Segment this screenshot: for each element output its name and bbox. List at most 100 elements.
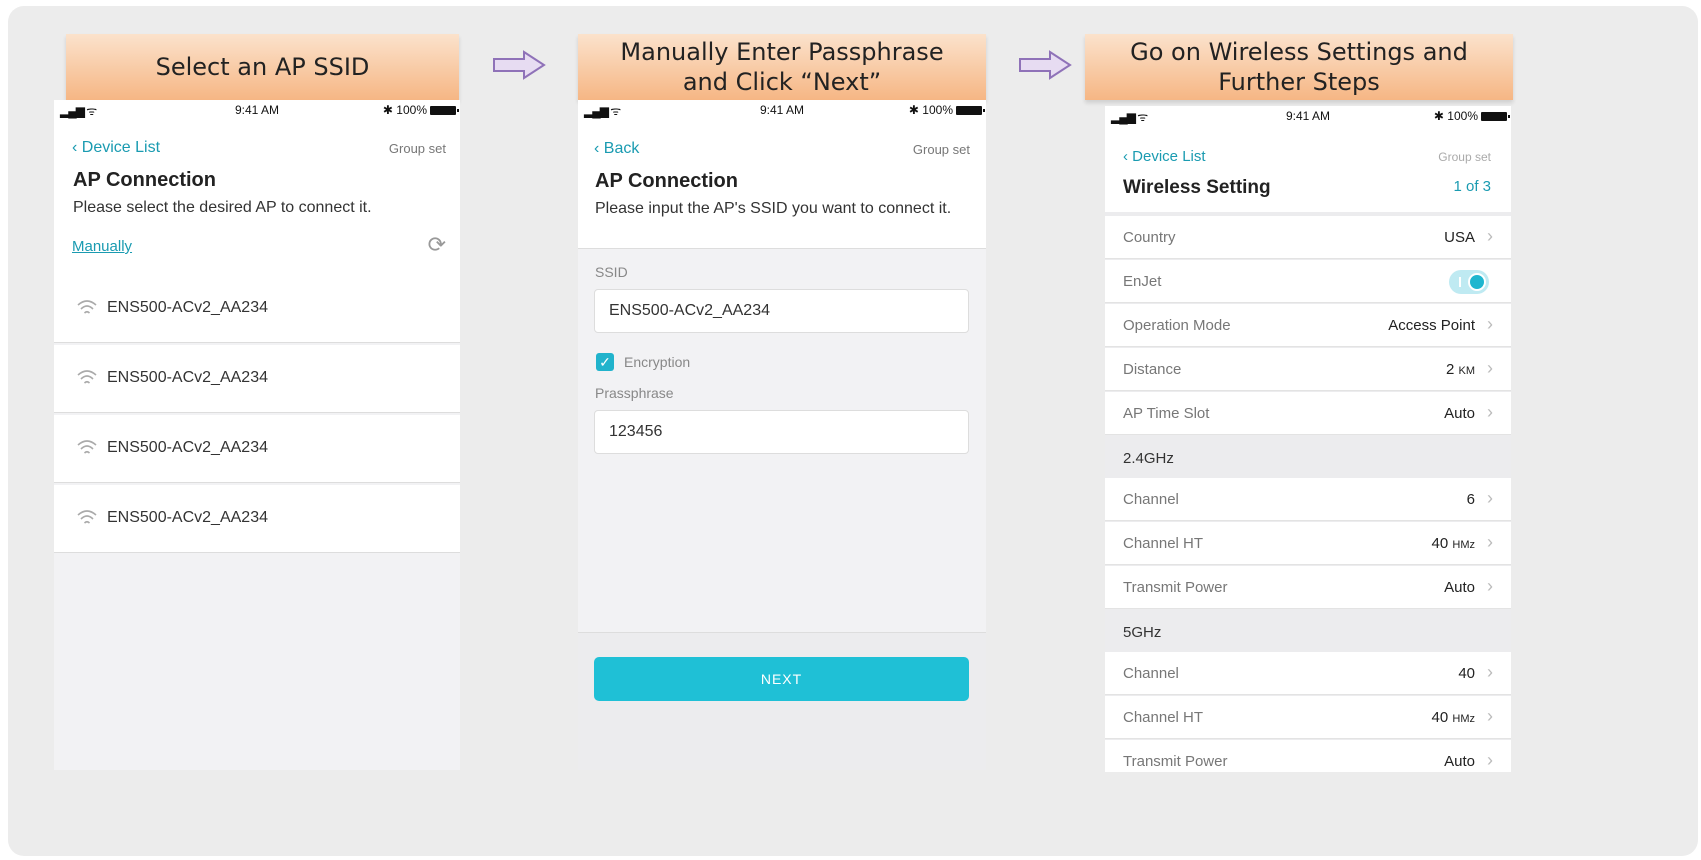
setting-value: Auto (1444, 753, 1475, 770)
chevron-right-icon: › (1487, 750, 1493, 770)
status-bar: ▂▄▆ ᯤ 9:41 AM ✱ 100% (54, 100, 460, 122)
step2-banner-line2: and Click “Next” (682, 68, 882, 96)
back-device-list-link[interactable]: ‹ Device List (1123, 148, 1206, 165)
battery-indicator: ✱ 100% (383, 103, 459, 117)
setting-number: 2 (1445, 361, 1455, 378)
setting-row-channel-5[interactable]: Channel 40 › (1105, 652, 1511, 695)
setting-row-operation-mode[interactable]: Operation Mode Access Point › (1105, 304, 1511, 347)
ap-list-item[interactable]: ENS500-ACv2_AA234 (54, 275, 460, 343)
passphrase-label: Prassphrase (595, 385, 674, 401)
status-bar: ▂▄▆ ᯤ 9:41 AM ✱ 100% (578, 100, 986, 122)
setting-label: Channel (1123, 491, 1179, 508)
battery-level: 100% (1447, 109, 1478, 123)
group-set-link[interactable]: Group set (913, 142, 970, 157)
ap-list-item[interactable]: ENS500-ACv2_AA234 (54, 345, 460, 413)
setting-unit: HMz (1452, 539, 1475, 551)
setting-value: 6 (1466, 491, 1475, 508)
chevron-right-icon: › (1487, 226, 1493, 246)
wifi-icon (77, 300, 97, 314)
setting-row-country[interactable]: Country USA › (1105, 216, 1511, 259)
phone-screen-manual-entry: ▂▄▆ ᯤ 9:41 AM ✱ 100% ‹ Back Group set AP… (578, 100, 986, 770)
page-subtitle: Please input the AP's SSID you want to c… (595, 200, 952, 217)
setting-value: USA (1444, 229, 1475, 246)
ssid-label: SSID (595, 264, 628, 280)
back-link[interactable]: ‹ Back (594, 140, 639, 158)
ap-list: ENS500-ACv2_AA234 ENS500-ACv2_AA234 ENS5… (54, 275, 460, 770)
page-subtitle: Please select the desired AP to connect … (73, 199, 372, 216)
setting-label: Channel (1123, 665, 1179, 682)
step3-banner-line1: Go on Wireless Settings and (1130, 38, 1468, 66)
manually-link[interactable]: Manually (72, 238, 132, 255)
chevron-right-icon: › (1487, 532, 1493, 552)
chevron-right-icon: › (1487, 358, 1493, 378)
setting-label: Transmit Power (1123, 579, 1228, 596)
setting-label: Operation Mode (1123, 317, 1231, 334)
back-label: Back (603, 140, 640, 157)
passphrase-input[interactable]: 123456 (594, 410, 969, 454)
wifi-icon (77, 370, 97, 384)
group-set-link[interactable]: Group set (1438, 150, 1491, 164)
refresh-icon[interactable]: ⟳ (428, 232, 446, 258)
section-title: 5GHz (1123, 624, 1162, 641)
ap-ssid: ENS500-ACv2_AA234 (107, 439, 268, 456)
step1-banner-text: Select an AP SSID (155, 53, 370, 81)
chevron-right-icon: › (1487, 662, 1493, 682)
battery-icon (430, 106, 459, 116)
settings-list: Country USA › EnJet Operation Mode Acces… (1105, 212, 1511, 772)
encryption-checkbox[interactable]: ✓ (596, 353, 614, 371)
battery-indicator: ✱ 100% (909, 103, 985, 117)
step1-banner: Select an AP SSID (66, 34, 459, 100)
setting-row-channel-24[interactable]: Channel 6 › (1105, 478, 1511, 521)
step3-banner: Go on Wireless Settings and Further Step… (1085, 34, 1513, 100)
ssid-input[interactable]: ENS500-ACv2_AA234 (594, 289, 969, 333)
chevron-right-icon: › (1487, 706, 1493, 726)
group-set-link[interactable]: Group set (389, 141, 446, 156)
phone-screen-wireless-setting: ▂▄▆ ᯤ 9:41 AM ✱ 100% ‹ Device List Group… (1105, 106, 1511, 772)
battery-level: 100% (396, 103, 427, 117)
encryption-label: Encryption (624, 354, 691, 370)
phone-screen-select-ap: ▂▄▆ ᯤ 9:41 AM ✱ 100% ‹ Device List Group… (54, 100, 460, 770)
setting-row-ap-time-slot[interactable]: AP Time Slot Auto › (1105, 392, 1511, 435)
setting-number: 40 (1431, 709, 1449, 726)
battery-indicator: ✱ 100% (1434, 109, 1510, 123)
form-area: SSID ENS500-ACv2_AA234 ✓ Encryption Pras… (578, 248, 986, 632)
setting-row-channel-ht-24[interactable]: Channel HT 40 HMz › (1105, 522, 1511, 565)
battery-level: 100% (922, 103, 953, 117)
step2-banner-line1: Manually Enter Passphrase (620, 38, 944, 66)
back-label: Device List (81, 139, 161, 156)
ap-ssid: ENS500-ACv2_AA234 (107, 369, 268, 386)
setting-value: Auto (1444, 405, 1475, 422)
wifi-icon (77, 510, 97, 524)
setting-label: AP Time Slot (1123, 405, 1210, 422)
section-header-2-4ghz: 2.4GHz (1105, 436, 1511, 478)
setting-label: EnJet (1123, 273, 1162, 290)
setting-value: Auto (1444, 579, 1475, 596)
setting-value: 40 HMz (1432, 709, 1475, 726)
setting-unit: HMz (1452, 713, 1475, 725)
back-label: Device List (1132, 148, 1206, 165)
page-title: Wireless Setting (1123, 177, 1271, 198)
ap-list-item[interactable]: ENS500-ACv2_AA234 (54, 415, 460, 483)
setting-row-transmit-power-5[interactable]: Transmit Power Auto › (1105, 740, 1511, 772)
right-arrow-icon (1019, 50, 1072, 80)
battery-icon (1481, 112, 1510, 122)
setting-label: Channel HT (1123, 709, 1204, 726)
ap-list-item[interactable]: ENS500-ACv2_AA234 (54, 485, 460, 553)
setting-value: 40 (1458, 665, 1475, 682)
next-button[interactable]: NEXT (594, 657, 969, 701)
step3-banner-line2: Further Steps (1218, 68, 1380, 96)
enjet-toggle[interactable] (1449, 270, 1489, 294)
setting-row-transmit-power-24[interactable]: Transmit Power Auto › (1105, 566, 1511, 609)
page-title: AP Connection (73, 169, 216, 191)
setting-row-channel-ht-5[interactable]: Channel HT 40 HMz › (1105, 696, 1511, 739)
chevron-right-icon: › (1487, 402, 1493, 422)
page-title: AP Connection (595, 170, 738, 192)
section-header-5ghz: 5GHz (1105, 610, 1511, 652)
chevron-right-icon: › (1487, 488, 1493, 508)
page-indicator: 1 of 3 (1453, 178, 1491, 195)
battery-icon (956, 106, 985, 116)
setting-number: 40 (1431, 535, 1449, 552)
chevron-right-icon: › (1487, 576, 1493, 596)
setting-row-distance[interactable]: Distance 2 KM › (1105, 348, 1511, 391)
back-device-list-link[interactable]: ‹ Device List (72, 139, 160, 157)
